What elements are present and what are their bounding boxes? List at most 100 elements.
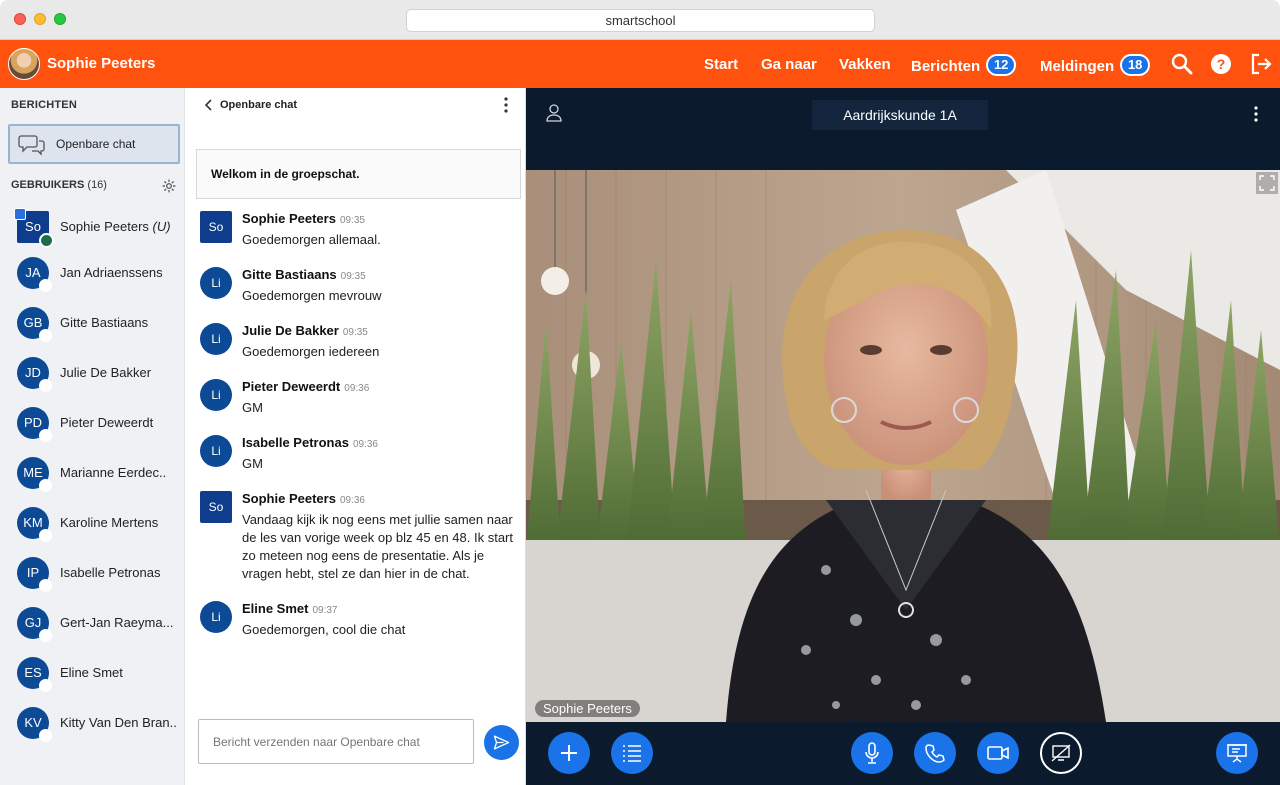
user-item[interactable]: GJ Gert-Jan Raeyma... bbox=[0, 601, 185, 645]
more-options-icon[interactable] bbox=[504, 97, 508, 118]
avatar-initials: IP bbox=[26, 565, 40, 580]
nav-meldingen[interactable]: Meldingen 18 bbox=[1040, 54, 1151, 78]
avatar-initials: ES bbox=[24, 665, 42, 680]
status-indicator bbox=[39, 329, 52, 342]
avatar: So bbox=[14, 208, 54, 248]
user-item[interactable]: KV Kitty Van Den Bran.. bbox=[0, 701, 185, 745]
nav-vakken[interactable]: Vakken bbox=[839, 56, 891, 73]
user-name: Gert-Jan Raeyma... bbox=[60, 615, 174, 630]
status-indicator bbox=[39, 629, 52, 642]
video-panel: Aardrijkskunde 1A Sophie Peeters bbox=[526, 88, 1280, 785]
user-name: Pieter Deweerdt bbox=[60, 415, 154, 430]
user-item[interactable]: KM Karoline Mertens bbox=[0, 501, 185, 545]
video-controls bbox=[526, 722, 1280, 785]
nav-ga-naar[interactable]: Ga naar bbox=[761, 56, 817, 73]
minimize-window-button[interactable] bbox=[34, 13, 46, 25]
current-user-name[interactable]: Sophie Peeters bbox=[47, 55, 155, 72]
avatar-initials: ME bbox=[23, 465, 43, 480]
avatar[interactable] bbox=[8, 48, 40, 80]
gear-icon[interactable] bbox=[162, 179, 176, 198]
user-item[interactable]: JD Julie De Bakker bbox=[0, 351, 185, 395]
status-indicator bbox=[39, 379, 52, 392]
avatar: Li bbox=[200, 267, 232, 299]
avatar: So bbox=[200, 491, 232, 523]
message-author: Sophie Peeters 09:35 bbox=[242, 211, 365, 226]
url-bar[interactable]: smartschool bbox=[406, 9, 875, 32]
avatar: Li bbox=[200, 379, 232, 411]
send-button[interactable] bbox=[484, 725, 519, 760]
avatar: GJ bbox=[17, 607, 52, 642]
user-name: Julie De Bakker bbox=[60, 365, 152, 380]
chat-title: Openbare chat bbox=[220, 99, 298, 111]
user-item[interactable]: ME Marianne Eerdec.. bbox=[0, 451, 185, 495]
message-time: 09:36 bbox=[339, 495, 365, 506]
status-indicator bbox=[39, 479, 52, 492]
presenter-icon bbox=[14, 208, 26, 220]
polls-list-button[interactable] bbox=[611, 732, 653, 774]
user-item[interactable]: ES Eline Smet bbox=[0, 651, 185, 695]
author-name: Pieter Deweerdt bbox=[242, 379, 341, 394]
user-icon[interactable] bbox=[546, 104, 562, 127]
message-text: Goedemorgen allemaal. bbox=[242, 232, 381, 247]
microphone-icon bbox=[865, 742, 879, 764]
avatar-initials: JA bbox=[25, 265, 41, 280]
user-item[interactable]: GB Gitte Bastiaans bbox=[0, 301, 185, 345]
close-window-button[interactable] bbox=[14, 13, 26, 25]
users-section-title: GEBRUIKERS (16) bbox=[11, 179, 107, 191]
logout-icon[interactable] bbox=[1249, 52, 1273, 76]
user-name: Jan Adriaenssens bbox=[60, 265, 163, 280]
user-item[interactable]: So Sophie Peeters (U) bbox=[0, 205, 185, 249]
help-icon[interactable]: ? bbox=[1209, 52, 1233, 76]
video-feed[interactable]: Sophie Peeters bbox=[526, 170, 1280, 722]
user-item[interactable]: PD Pieter Deweerdt bbox=[0, 401, 185, 445]
meldingen-count-badge: 18 bbox=[1120, 54, 1151, 76]
chevron-left-icon[interactable] bbox=[204, 98, 214, 115]
message-author: Pieter Deweerdt 09:36 bbox=[242, 379, 369, 394]
add-button[interactable] bbox=[548, 732, 590, 774]
avatar: GB bbox=[17, 307, 52, 342]
openbare-chat-item[interactable]: Openbare chat bbox=[8, 124, 180, 164]
nav-berichten-label: Berichten bbox=[911, 58, 981, 75]
nav-ga-naar-label: Ga naar bbox=[761, 56, 817, 73]
avatar-initials: PD bbox=[23, 415, 43, 430]
camera-icon bbox=[987, 746, 1009, 760]
phone-icon bbox=[925, 744, 945, 763]
user-name: Sophie Peeters (U) bbox=[60, 219, 171, 234]
message-text: GM bbox=[242, 456, 263, 471]
user-name: Eline Smet bbox=[60, 665, 123, 680]
zoom-window-button[interactable] bbox=[54, 13, 66, 25]
user-item[interactable]: IP Isabelle Petronas bbox=[0, 551, 185, 595]
chat-header: Openbare chat bbox=[186, 88, 526, 124]
avatar: ES bbox=[17, 657, 52, 692]
avatar-initials: KM bbox=[23, 515, 43, 530]
microphone-button[interactable] bbox=[851, 732, 893, 774]
presentation-icon bbox=[1227, 744, 1247, 763]
user-item[interactable]: JA Jan Adriaenssens bbox=[0, 251, 185, 295]
message-time: 09:35 bbox=[340, 271, 366, 282]
nav-berichten[interactable]: Berichten 12 bbox=[911, 54, 1017, 78]
presentation-button[interactable] bbox=[1216, 732, 1258, 774]
camera-button[interactable] bbox=[977, 732, 1019, 774]
more-options-icon[interactable] bbox=[1254, 106, 1258, 127]
moderator-icon bbox=[39, 233, 54, 248]
message-input[interactable] bbox=[198, 719, 474, 764]
avatar: JA bbox=[17, 257, 52, 292]
nav-start-label: Start bbox=[704, 56, 739, 73]
search-icon[interactable] bbox=[1170, 52, 1194, 76]
message-time: 09:35 bbox=[339, 215, 365, 226]
presenter-name-tag: Sophie Peeters bbox=[535, 700, 640, 717]
screenshare-button[interactable] bbox=[1040, 732, 1082, 774]
welcome-message: Welkom in de groepschat. bbox=[196, 149, 521, 199]
nav-start[interactable]: Start bbox=[704, 56, 738, 73]
berichten-count-badge: 12 bbox=[986, 54, 1017, 76]
chat-panel: Openbare chat Welkom in de groepschat. S… bbox=[186, 88, 526, 785]
phone-button[interactable] bbox=[914, 732, 956, 774]
message-time: 09:37 bbox=[312, 605, 338, 616]
avatar: Li bbox=[200, 601, 232, 633]
send-icon bbox=[493, 735, 510, 750]
status-indicator bbox=[39, 729, 52, 742]
expand-icon[interactable] bbox=[1256, 172, 1278, 194]
avatar: ME bbox=[17, 457, 52, 492]
window-titlebar: smartschool bbox=[0, 0, 1280, 40]
sidebar: BERICHTEN Openbare chat GEBRUIKERS (16) … bbox=[0, 88, 185, 785]
